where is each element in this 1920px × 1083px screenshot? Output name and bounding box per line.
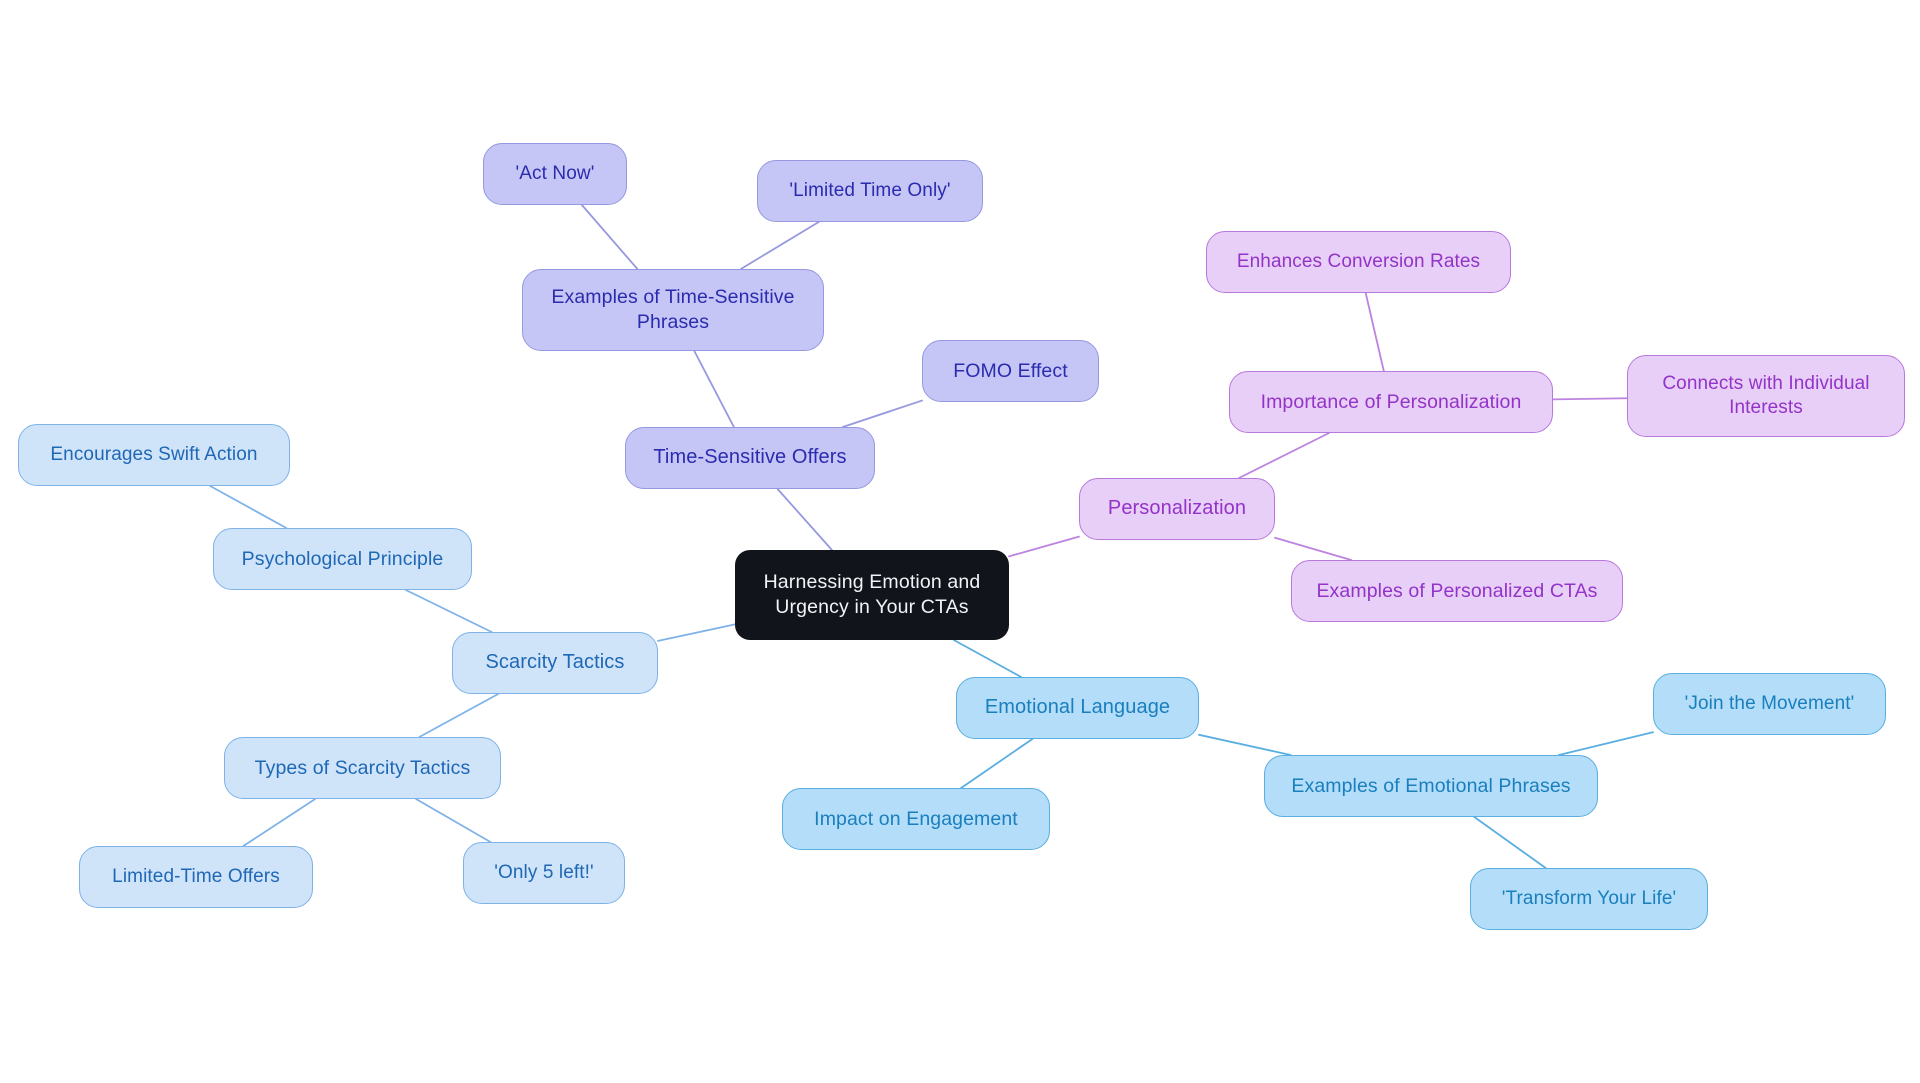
mindmap-edge-types-scarcity-to-limited-time-offers xyxy=(242,798,317,847)
mindmap-edge-importance-personal-to-connects-interests xyxy=(1552,397,1628,401)
mindmap-canvas: Harnessing Emotion and Urgency in Your C… xyxy=(0,0,1920,1083)
mindmap-edge-root-to-time-sensitive-offers xyxy=(776,488,833,551)
mindmap-node-act-now[interactable]: 'Act Now' xyxy=(483,143,627,205)
mindmap-node-personalization[interactable]: Personalization xyxy=(1079,478,1275,540)
mindmap-node-importance-personal[interactable]: Importance of Personalization xyxy=(1229,371,1553,433)
mindmap-edge-psychological-principle-to-encourages-swift xyxy=(209,485,288,529)
mindmap-edge-importance-personal-to-enhances-conversion xyxy=(1364,292,1385,372)
mindmap-edge-root-to-emotional-language xyxy=(952,639,1023,678)
mindmap-node-root[interactable]: Harnessing Emotion and Urgency in Your C… xyxy=(735,550,1009,640)
mindmap-edge-examples-time-phrases-to-limited-time-only xyxy=(739,221,820,270)
mindmap-node-emotional-language[interactable]: Emotional Language xyxy=(956,677,1199,739)
mindmap-node-fomo-effect[interactable]: FOMO Effect xyxy=(922,340,1099,402)
mindmap-edge-personalization-to-examples-personalized xyxy=(1274,536,1353,561)
mindmap-edge-personalization-to-importance-personal xyxy=(1238,432,1330,479)
mindmap-node-limited-time-only[interactable]: 'Limited Time Only' xyxy=(757,160,983,222)
mindmap-node-transform-your-life[interactable]: 'Transform Your Life' xyxy=(1470,868,1708,930)
mindmap-node-time-sensitive-offers[interactable]: Time-Sensitive Offers xyxy=(625,427,875,489)
mindmap-node-enhances-conversion[interactable]: Enhances Conversion Rates xyxy=(1206,231,1511,293)
mindmap-edge-examples-emotional-to-join-movement xyxy=(1558,731,1654,756)
mindmap-node-psychological-principle[interactable]: Psychological Principle xyxy=(213,528,472,590)
mindmap-edge-emotional-language-to-examples-emotional xyxy=(1198,733,1292,756)
mindmap-node-types-scarcity[interactable]: Types of Scarcity Tactics xyxy=(224,737,501,799)
mindmap-node-examples-time-phrases[interactable]: Examples of Time-Sensitive Phrases xyxy=(522,269,824,351)
mindmap-edge-emotional-language-to-impact-engagement xyxy=(960,738,1034,789)
mindmap-edge-root-to-scarcity-tactics xyxy=(657,623,736,642)
mindmap-node-join-movement[interactable]: 'Join the Movement' xyxy=(1653,673,1886,735)
mindmap-edge-examples-time-phrases-to-act-now xyxy=(580,204,639,270)
mindmap-node-only-5-left[interactable]: 'Only 5 left!' xyxy=(463,842,625,904)
mindmap-edge-time-sensitive-offers-to-fomo-effect xyxy=(841,399,923,428)
mindmap-node-impact-engagement[interactable]: Impact on Engagement xyxy=(782,788,1050,850)
mindmap-node-examples-emotional[interactable]: Examples of Emotional Phrases xyxy=(1264,755,1598,817)
mindmap-node-limited-time-offers[interactable]: Limited-Time Offers xyxy=(79,846,313,908)
mindmap-edge-types-scarcity-to-only-5-left xyxy=(415,798,492,843)
mindmap-node-connects-interests[interactable]: Connects with Individual Interests xyxy=(1627,355,1905,437)
mindmap-edge-examples-emotional-to-transform-your-life xyxy=(1473,816,1547,869)
mindmap-node-encourages-swift[interactable]: Encourages Swift Action xyxy=(18,424,290,486)
mindmap-edge-time-sensitive-offers-to-examples-time-phrases xyxy=(693,350,735,428)
mindmap-edge-root-to-personalization xyxy=(1008,535,1080,558)
mindmap-node-scarcity-tactics[interactable]: Scarcity Tactics xyxy=(452,632,658,694)
mindmap-edge-scarcity-tactics-to-psychological-principle xyxy=(404,589,493,633)
mindmap-edge-scarcity-tactics-to-types-scarcity xyxy=(418,693,500,738)
mindmap-node-examples-personalized[interactable]: Examples of Personalized CTAs xyxy=(1291,560,1623,622)
